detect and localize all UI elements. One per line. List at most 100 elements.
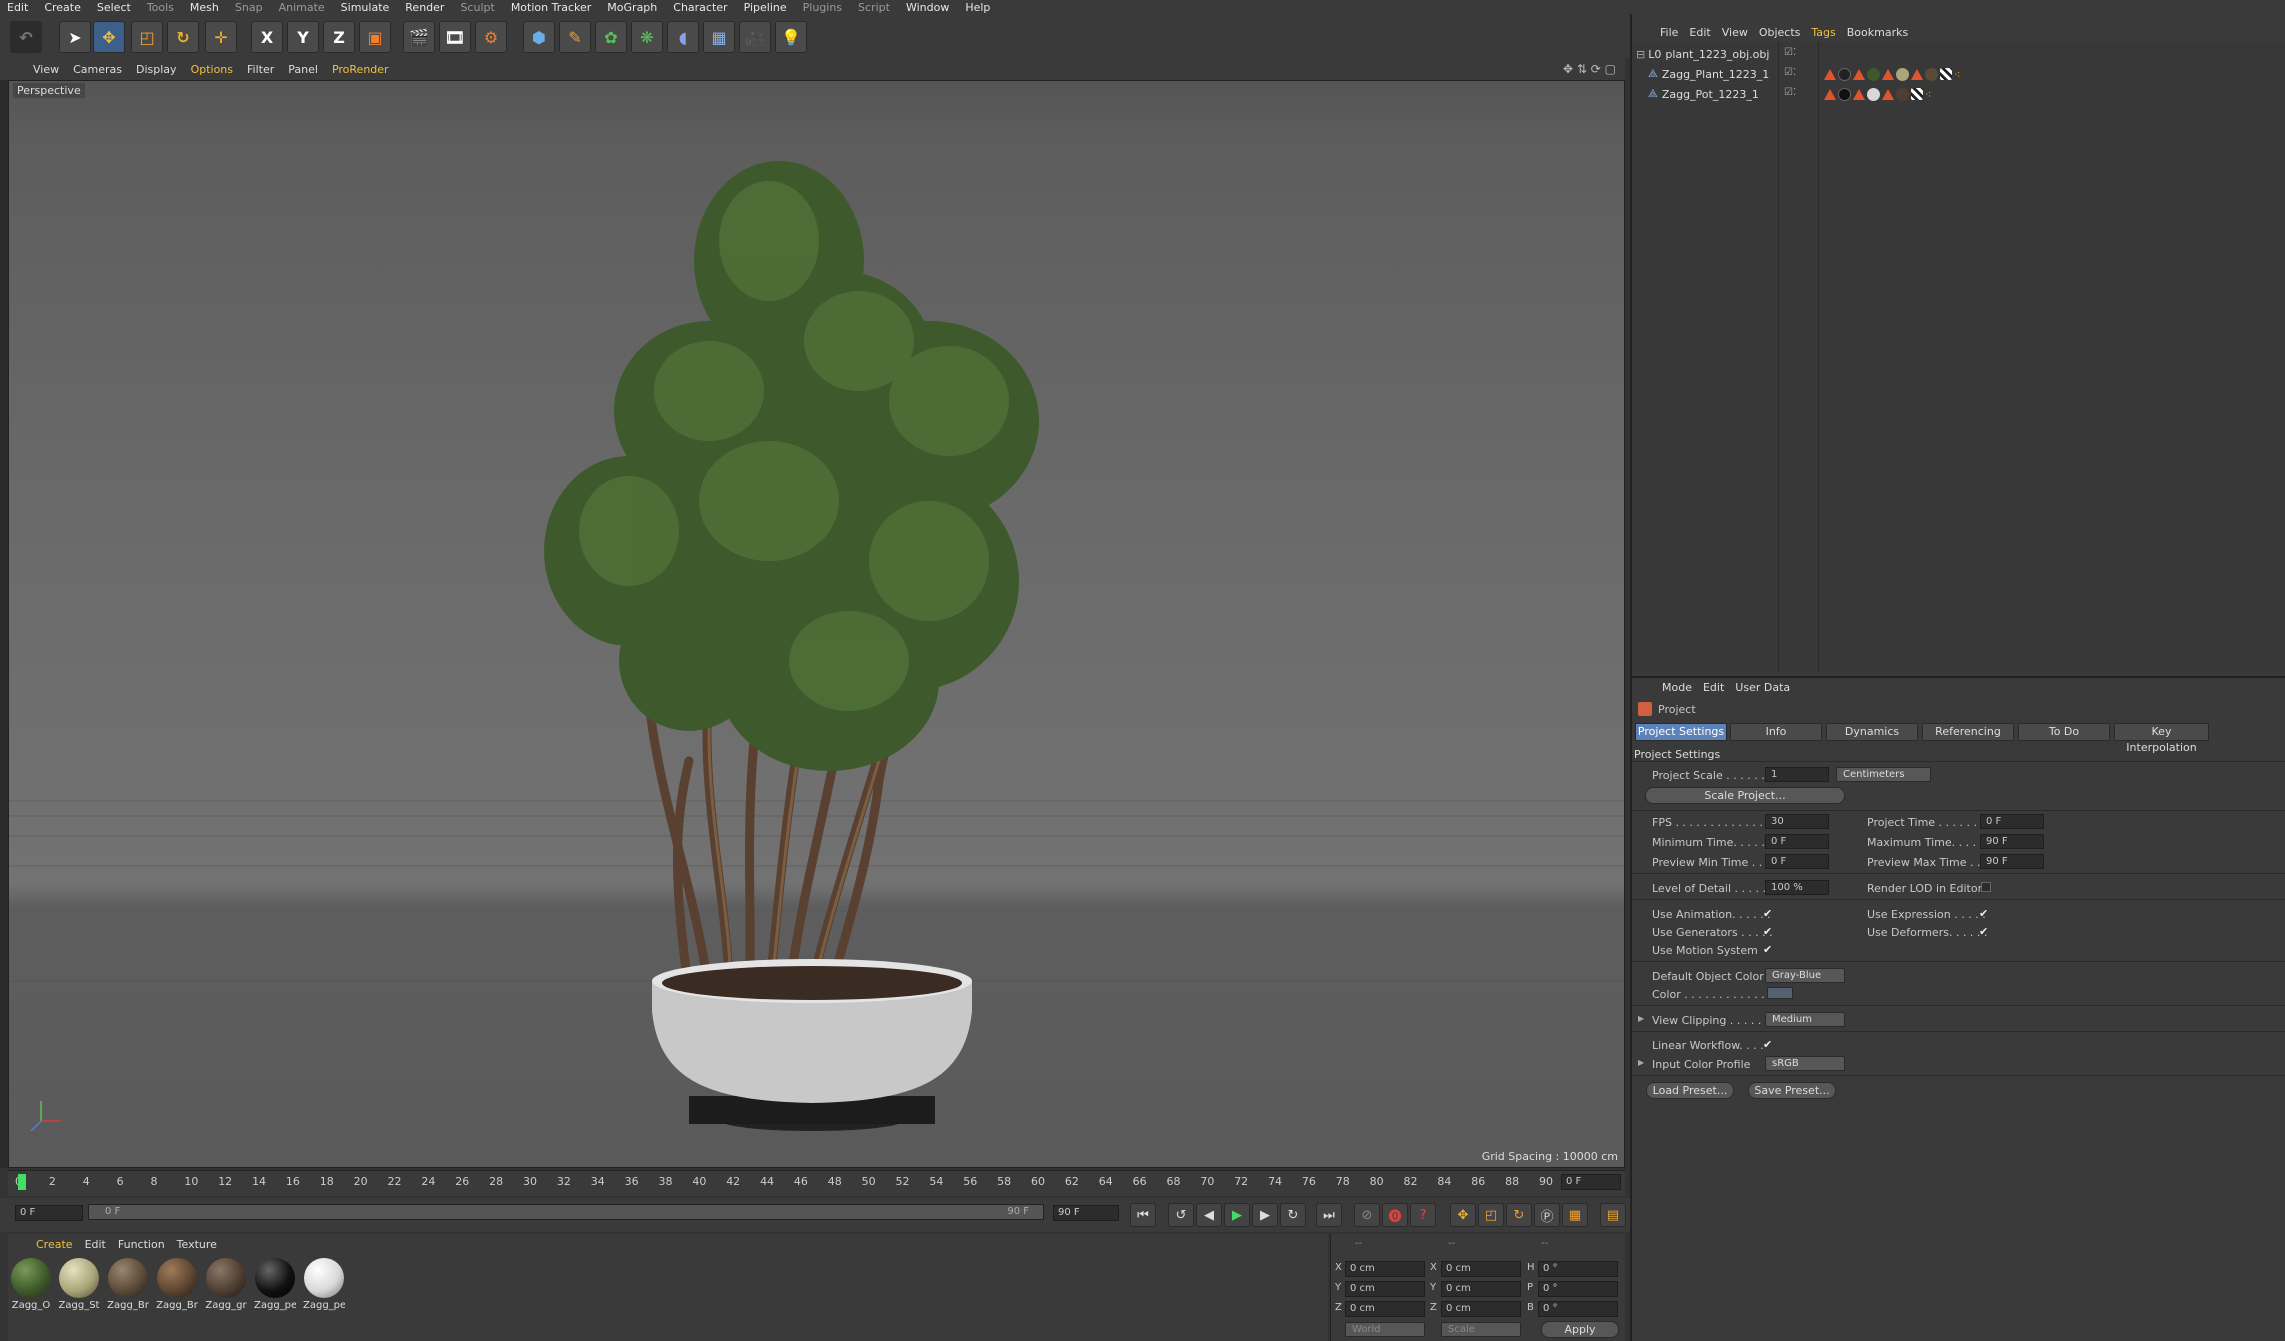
render-lod-checkbox[interactable]	[1981, 882, 1991, 892]
project-time-field[interactable]: 0 F	[1980, 814, 2044, 829]
tab-dynamics[interactable]: Dynamics	[1826, 723, 1918, 741]
material-tag-icon[interactable]	[1838, 67, 1851, 81]
tab-info[interactable]: Info	[1730, 723, 1822, 741]
visibility-toggle-icon[interactable]: ☑⁚	[1784, 87, 1796, 98]
minimum-time-field[interactable]: 0 F	[1765, 834, 1829, 849]
keyframe-selection-icon[interactable]: ?	[1410, 1203, 1436, 1227]
viewport-menu-cameras[interactable]: Cameras	[70, 63, 133, 76]
menu-simulate[interactable]: Simulate	[334, 1, 399, 14]
object-menu-edit[interactable]: Edit	[1685, 26, 1717, 39]
menu-character[interactable]: Character	[666, 1, 736, 14]
menu-render[interactable]: Render	[398, 1, 453, 14]
scale-tool-icon[interactable]: ◰	[131, 21, 163, 53]
scale-project-button[interactable]: Scale Project...	[1645, 787, 1845, 804]
deformer-icon[interactable]: ◖	[667, 21, 699, 53]
select-tool-icon[interactable]: ➤	[59, 21, 91, 53]
material-tag-icon[interactable]	[1838, 87, 1851, 101]
menu-mograph[interactable]: MoGraph	[600, 1, 666, 14]
cube-icon[interactable]: ⬢	[523, 21, 555, 53]
maximum-time-field[interactable]: 90 F	[1980, 834, 2044, 849]
phong-tag-icon[interactable]	[1911, 68, 1923, 80]
apply-button[interactable]: Apply	[1541, 1321, 1619, 1338]
key-scale-icon[interactable]: ◰	[1478, 1203, 1504, 1227]
render-view-icon[interactable]: 🎬	[403, 21, 435, 53]
render-settings-icon[interactable]: ⚙	[475, 21, 507, 53]
menu-help[interactable]: Help	[958, 1, 999, 14]
viewport-menu-view[interactable]: View	[30, 63, 70, 76]
material-tag-icon[interactable]	[1896, 87, 1909, 101]
object-menu-view[interactable]: View	[1718, 26, 1755, 39]
material-tag-icon[interactable]	[1896, 67, 1909, 81]
viewport-menu-options[interactable]: Options	[188, 63, 244, 76]
object-menu-tags[interactable]: Tags	[1807, 26, 1842, 39]
viewport-nav-icons[interactable]: ✥ ⇅ ⟳ ▢	[1563, 62, 1616, 76]
selection-tag-icon[interactable]: ⁖	[1954, 68, 1960, 81]
linear-workflow-checkbox[interactable]: ✔	[1763, 1039, 1775, 1051]
save-preset-button[interactable]: Save Preset...	[1748, 1082, 1836, 1099]
light-icon[interactable]: 💡	[775, 21, 807, 53]
visibility-toggle-icon[interactable]: ☑⁚	[1784, 47, 1796, 58]
material-swatch[interactable]: Zagg_gr	[205, 1258, 247, 1318]
material-menu-create[interactable]: Create	[33, 1238, 82, 1251]
level-of-detail-field[interactable]: 100 %	[1765, 880, 1829, 895]
next-key-icon[interactable]: ↻	[1280, 1203, 1306, 1227]
object-menu-objects[interactable]: Objects	[1755, 26, 1808, 39]
uvw-tag-icon[interactable]	[1940, 68, 1952, 80]
tab-to-do[interactable]: To Do	[2018, 723, 2110, 741]
phong-tag-icon[interactable]	[1824, 68, 1836, 80]
expand-arrow-icon[interactable]: ▶	[1638, 1014, 1644, 1023]
use-generators-checkbox[interactable]: ✔	[1763, 926, 1775, 938]
project-scale-unit-dropdown[interactable]: Centimeters	[1836, 767, 1931, 782]
material-menu-function[interactable]: Function	[115, 1238, 174, 1251]
pen-icon[interactable]: ✎	[559, 21, 591, 53]
selection-tag-icon[interactable]: ⁖	[1925, 88, 1931, 101]
view-clipping-dropdown[interactable]: Medium	[1765, 1012, 1845, 1027]
key-rotation-icon[interactable]: ↻	[1506, 1203, 1532, 1227]
tab-key-interpolation[interactable]: Key Interpolation	[2114, 723, 2209, 754]
previous-frame-icon[interactable]: ◀	[1196, 1203, 1222, 1227]
menu-mesh[interactable]: Mesh	[183, 1, 228, 14]
load-preset-button[interactable]: Load Preset...	[1646, 1082, 1734, 1099]
preview-min-time-field[interactable]: 0 F	[1765, 854, 1829, 869]
rotation-h-field[interactable]: 0 °	[1538, 1261, 1618, 1277]
timeline-ruler[interactable]: 0246810121416182022242628303234363840424…	[8, 1170, 1625, 1196]
phong-tag-icon[interactable]	[1853, 68, 1865, 80]
material-swatch[interactable]: Zagg_Br	[156, 1258, 198, 1318]
material-swatch[interactable]: Zagg_St	[58, 1258, 100, 1318]
rotation-p-field[interactable]: 0 °	[1538, 1281, 1618, 1297]
key-point-level-icon[interactable]: ▦	[1562, 1203, 1588, 1227]
preview-max-time-field[interactable]: 90 F	[1980, 854, 2044, 869]
object-menu-bookmarks[interactable]: Bookmarks	[1843, 26, 1915, 39]
viewport-perspective[interactable]: Perspective Grid Spacing: 10000 cm	[8, 80, 1625, 1168]
menu-edit[interactable]: Edit	[0, 1, 37, 14]
material-tag-icon[interactable]	[1867, 67, 1880, 81]
z-axis-icon[interactable]: Z	[323, 21, 355, 53]
attribute-menu-user-data[interactable]: User Data	[1731, 681, 1797, 694]
autokey-icon[interactable]: ⓿	[1382, 1203, 1408, 1227]
rotation-b-field[interactable]: 0 °	[1538, 1301, 1618, 1317]
use-deformers-checkbox[interactable]: ✔	[1979, 926, 1991, 938]
size-x-field[interactable]: 0 cm	[1441, 1261, 1521, 1277]
camera-icon[interactable]: 🎥	[739, 21, 771, 53]
menu-motion-tracker[interactable]: Motion Tracker	[504, 1, 600, 14]
coordinate-space-dropdown[interactable]: World	[1345, 1322, 1425, 1337]
use-expression-checkbox[interactable]: ✔	[1979, 908, 1991, 920]
record-keys-icon[interactable]: ⊘	[1354, 1203, 1380, 1227]
collapse-icon[interactable]: ⊟	[1636, 48, 1645, 61]
position-x-field[interactable]: 0 cm	[1345, 1261, 1425, 1277]
start-frame-field[interactable]: 0 F	[15, 1205, 83, 1221]
object-row[interactable]: ⟁ Zagg_Pot_1223_1	[1648, 85, 1759, 103]
material-swatch[interactable]: Zagg_pe	[254, 1258, 296, 1318]
phong-tag-icon[interactable]	[1853, 88, 1865, 100]
project-scale-field[interactable]: 1	[1765, 767, 1829, 782]
use-motion-system-checkbox[interactable]: ✔	[1763, 944, 1775, 956]
uvw-tag-icon[interactable]	[1911, 88, 1923, 100]
end-frame-field[interactable]: 90 F	[1053, 1205, 1119, 1221]
coordinate-system-icon[interactable]: ▣	[359, 21, 391, 53]
floor-icon[interactable]: ▦	[703, 21, 735, 53]
undo-icon[interactable]: ↶	[10, 21, 42, 53]
menu-pipeline[interactable]: Pipeline	[737, 1, 796, 14]
menu-window[interactable]: Window	[899, 1, 958, 14]
range-slider[interactable]: 0 F 90 F	[88, 1204, 1044, 1220]
object-menu-file[interactable]: File	[1656, 26, 1685, 39]
